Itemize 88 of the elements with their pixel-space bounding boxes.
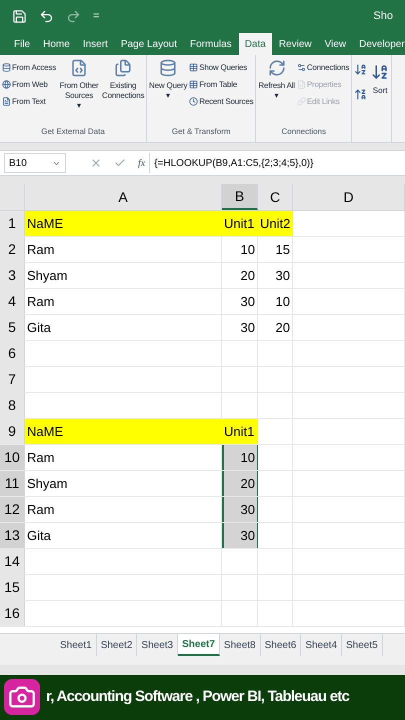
name-box[interactable]: B10	[4, 153, 66, 173]
table-cell: Shyam	[25, 263, 222, 288]
table-cell: Ram	[25, 237, 222, 262]
group-label: Get & Transform	[170, 126, 232, 138]
sort-descending-icon[interactable]	[354, 88, 368, 101]
table-cell: 30	[222, 289, 258, 314]
row-header[interactable]: 16	[0, 601, 25, 626]
ribbon-tab[interactable]: Home	[37, 33, 76, 55]
table-cell: 10	[258, 289, 293, 314]
sheet-tab[interactable]: Sheet2	[96, 634, 138, 656]
cancel-icon[interactable]	[90, 157, 102, 169]
formula-field[interactable]: {=HLOOKUP(B9,A1:C5,{2;3;4;5},0)}	[149, 153, 401, 173]
ribbon-tab[interactable]: Data	[238, 33, 272, 55]
ribbon-tab[interactable]: View	[318, 33, 352, 55]
sheet-tab[interactable]: Sheet8	[220, 634, 261, 656]
row-header[interactable]: 3	[0, 263, 25, 288]
table-cell: 10	[222, 237, 258, 262]
table-cell: 20	[222, 471, 258, 496]
table-cell: 30	[222, 497, 258, 522]
ribbon-tab[interactable]: File	[8, 33, 36, 55]
row-header[interactable]: 9	[0, 419, 25, 444]
ribbon-tab[interactable]: Review	[272, 33, 318, 55]
ribbon-large-button[interactable]: Existing Connections	[102, 59, 144, 126]
table-cell: 30	[222, 315, 258, 340]
group-label: Connections	[280, 126, 327, 138]
ribbon-tab[interactable]: Developer	[353, 33, 405, 55]
row-header[interactable]: 13	[0, 523, 25, 548]
function-icon[interactable]: fx	[138, 156, 146, 170]
ribbon-large-button[interactable]: New Query ▾	[149, 59, 188, 126]
row-header[interactable]: 2	[0, 237, 25, 262]
sort-ascending-icon[interactable]	[354, 63, 368, 76]
row-header[interactable]: 6	[0, 341, 25, 366]
column-header[interactable]: D	[293, 184, 405, 210]
ribbon-tab[interactable]: Formulas	[184, 33, 238, 55]
sheet-tab[interactable]: Sheet7	[178, 634, 220, 656]
table-cell: Unit1	[222, 419, 258, 444]
ribbon-tab[interactable]: Insert	[76, 33, 114, 55]
row-header[interactable]: 14	[0, 549, 25, 574]
window-title: Sho	[373, 8, 393, 24]
ribbon-button[interactable]: Recent Sources	[189, 97, 254, 106]
table-cell: 10	[222, 445, 258, 470]
table-cell: Unit2	[258, 211, 293, 236]
camera-icon	[4, 679, 40, 715]
dropdown-caret: ▾	[77, 101, 81, 110]
dropdown-caret: ▾	[274, 91, 279, 100]
banner-text: r, Accounting Software , Power BI, Tableuau etc	[46, 687, 350, 708]
ribbon-button[interactable]: From Text	[2, 97, 56, 106]
column-header[interactable]: C	[258, 184, 293, 210]
row-header[interactable]: 10	[0, 445, 25, 470]
sort-button[interactable]: Sort	[371, 63, 390, 142]
sheet-tab[interactable]: Sheet4	[301, 634, 342, 656]
table-cell: 20	[222, 263, 258, 288]
row-header[interactable]: 8	[0, 393, 25, 418]
column-header[interactable]: B	[222, 184, 258, 210]
table-cell: 30	[258, 263, 293, 288]
sheet-tab[interactable]: Sheet5	[342, 634, 383, 656]
row-header[interactable]: 7	[0, 367, 25, 392]
table-cell: 20	[258, 315, 293, 340]
save-icon[interactable]	[12, 8, 27, 24]
group-label: Get External Data	[40, 126, 106, 138]
table-cell: 15	[258, 237, 293, 262]
table-cell: NaME	[25, 211, 222, 236]
sheet-tab[interactable]: Sheet1	[56, 634, 97, 656]
row-header[interactable]: 5	[0, 315, 25, 340]
table-cell: Gita	[25, 315, 222, 340]
ribbon-button[interactable]: From Web	[2, 80, 56, 89]
ribbon-tab[interactable]: Page Layout	[114, 33, 183, 55]
dropdown-caret: ▾	[166, 91, 170, 100]
ribbon-button[interactable]: Show Queries	[189, 63, 254, 72]
ribbon-large-button[interactable]: Refresh All ▾	[258, 59, 295, 126]
row-header[interactable]: 15	[0, 575, 25, 600]
table-cell: 30	[222, 523, 258, 548]
table-cell: Ram	[25, 289, 222, 314]
undo-icon[interactable]	[39, 8, 54, 24]
ribbon-large-button[interactable]: From Other Sources ▾	[58, 59, 100, 126]
sort-icon	[371, 63, 390, 81]
enter-icon[interactable]	[114, 157, 126, 169]
table-cell: NaME	[25, 419, 222, 444]
row-header[interactable]: 1	[0, 211, 25, 236]
row-header[interactable]: 4	[0, 289, 25, 314]
sheet-tab[interactable]: Sheet6	[260, 634, 302, 656]
ribbon-button[interactable]: From Access	[2, 63, 56, 72]
table-cell: Unit1	[222, 211, 258, 236]
customize-button[interactable]: =	[93, 8, 100, 24]
row-header[interactable]: 11	[0, 471, 25, 496]
row-header[interactable]: 12	[0, 497, 25, 522]
ribbon-button[interactable]: From Table	[189, 80, 254, 89]
ribbon-button[interactable]: Connections	[296, 63, 350, 72]
